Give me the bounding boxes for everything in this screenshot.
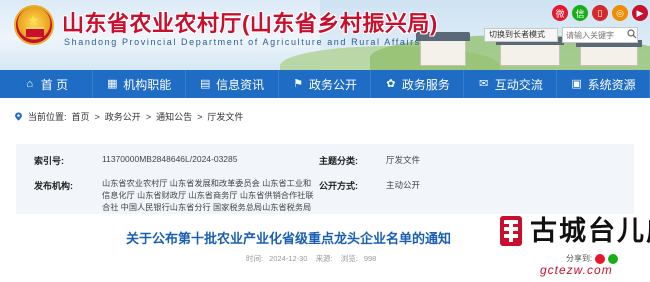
category-value: 厅发文件 — [386, 155, 421, 165]
service-icon: ✿ — [386, 78, 396, 90]
main-nav: ⌂ 首 页 ▦ 机构职能 ▤ 信息资讯 ⚑ 政务公开 ✿ 政务服务 ✉ 互动交流… — [0, 70, 650, 98]
building-icon: ▦ — [107, 78, 118, 90]
nav-item-news[interactable]: ▤ 信息资讯 — [186, 70, 279, 98]
index-number-value: 11370000MB2848646L/2024-03285 — [102, 154, 238, 164]
open-mode-label: 公开方式: — [319, 181, 358, 191]
flag-icon: ⚑ — [293, 78, 303, 90]
nav-item-label: 互动交流 — [494, 77, 543, 92]
mobile-icon[interactable]: ▯ — [592, 5, 608, 21]
search-icon[interactable] — [627, 29, 637, 39]
share-weibo-icon[interactable] — [595, 253, 606, 264]
breadcrumb-link-department-documents[interactable]: 厅发文件 — [207, 110, 243, 123]
publisher-label: 发布机构: — [34, 181, 73, 191]
breadcrumb-link-home[interactable]: 首页 — [72, 110, 90, 123]
nav-item-label: 政务服务 — [401, 77, 450, 92]
date-label: 时间: — [246, 254, 264, 263]
video-icon[interactable]: ▶ — [632, 5, 648, 21]
publish-date: 2024-12-30 — [269, 254, 308, 263]
nav-item-system-resources[interactable]: ▣ 系统资源 — [557, 70, 650, 98]
breadcrumb-link-notices[interactable]: 通知公告 — [156, 110, 192, 123]
open-mode-value: 主动公开 — [386, 180, 421, 190]
breadcrumb-separator: > — [145, 111, 152, 122]
site-subtitle: Shandong Provincial Department of Agricu… — [64, 37, 421, 47]
weibo-icon[interactable]: 微 — [552, 5, 568, 21]
breadcrumb-separator: > — [197, 111, 203, 122]
source-label: 来源: — [315, 254, 333, 263]
wechat-icon[interactable]: 信 — [572, 5, 588, 21]
watermark-brand-text: 古城台儿庄 — [530, 216, 650, 246]
elder-mode-switch-button[interactable]: 切换到长者模式 — [484, 28, 558, 42]
nav-item-label: 政务公开 — [309, 77, 358, 92]
nav-item-government-services[interactable]: ✿ 政务服务 — [371, 70, 465, 98]
nav-item-home[interactable]: ⌂ 首 页 — [0, 70, 93, 98]
site-title: 山东省农业农村厅(山东省乡村振兴局) — [62, 11, 438, 36]
article-title: 关于公布第十批农业产业化省级重点龙头企业名单的通知 — [126, 231, 452, 246]
banner-building — [500, 44, 560, 66]
app-icon[interactable]: ◎ — [612, 5, 628, 21]
breadcrumb-separator: > — [94, 111, 100, 122]
system-icon: ▣ — [571, 78, 582, 90]
watermark-url: gctezw.com — [540, 263, 613, 277]
nav-item-open-government[interactable]: ⚑ 政务公开 — [279, 70, 372, 98]
home-icon: ⌂ — [26, 78, 34, 90]
view-count: 998 — [363, 254, 377, 263]
breadcrumb-prefix: 当前位置: — [28, 112, 67, 122]
article-meta: 时间: 2024-12-30 来源: 浏览: 998 — [246, 253, 382, 264]
index-number-label: 索引号: — [34, 156, 64, 166]
views-label: 浏览: — [340, 254, 358, 263]
nav-item-interaction[interactable]: ✉ 互动交流 — [464, 70, 558, 98]
category-label: 主题分类: — [319, 156, 358, 166]
breadcrumb: 当前位置: 首页 > 政务公开 > 通知公告 > 厅发文件 — [14, 110, 248, 123]
header-banner: ★ 山东省农业农村厅(山东省乡村振兴局) Shandong Provincial… — [0, 0, 650, 70]
news-icon: ▤ — [199, 78, 211, 90]
national-emblem-logo: ★ — [14, 5, 54, 45]
nav-item-label: 系统资源 — [587, 77, 636, 92]
location-pin-icon — [15, 112, 22, 121]
banner-building — [580, 46, 638, 66]
nav-item-label: 首 页 — [40, 77, 69, 92]
watermark-badge-logo — [500, 216, 522, 246]
nav-item-label: 信息资讯 — [216, 77, 265, 92]
breadcrumb-link-open-government[interactable]: 政务公开 — [105, 110, 141, 123]
share-wechat-icon[interactable] — [608, 253, 619, 264]
document-info-panel: 索引号: 11370000MB2848646L/2024-03285 主题分类:… — [16, 144, 634, 214]
publisher-value: 山东省农业农村厅 山东省发展和改革委员会 山东省工业和信息化厅 山东省财政厅 山… — [102, 179, 314, 212]
banner-building — [420, 40, 466, 66]
chat-icon: ✉ — [479, 78, 489, 90]
nav-item-label: 机构职能 — [123, 77, 172, 92]
nav-item-organization[interactable]: ▦ 机构职能 — [93, 70, 186, 98]
